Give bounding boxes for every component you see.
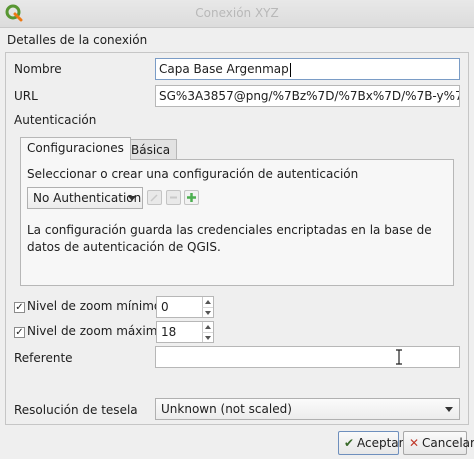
minus-icon <box>170 196 177 199</box>
edit-config-button[interactable] <box>147 190 162 205</box>
text-cursor-icon <box>396 349 402 365</box>
title-bar[interactable]: Conexión XYZ <box>0 0 474 28</box>
auth-config-combo-value: No Authentication <box>33 191 142 205</box>
accept-button[interactable]: ✔ Aceptar <box>338 431 404 455</box>
pencil-icon <box>150 194 158 202</box>
plus-icon <box>187 193 196 202</box>
checkmark-icon: ✔ <box>343 436 355 450</box>
url-input-text: SG%3A3857@png/%7Bz%7D/%7Bx%7D/%7B-y%7D.p… <box>159 89 459 103</box>
chevron-down-icon <box>445 407 453 412</box>
text-caret <box>289 62 291 77</box>
spin-down-icon[interactable] <box>202 307 213 317</box>
tile-resolution-combo[interactable]: Unknown (not scaled) <box>155 398 460 420</box>
url-input[interactable]: SG%3A3857@png/%7Bz%7D/%7Bx%7D/%7B-y%7D.p… <box>155 85 460 107</box>
auth-config-combo[interactable]: No Authentication <box>27 187 143 209</box>
tab-configuraciones[interactable]: Configuraciones <box>20 137 131 160</box>
spin-up-icon[interactable] <box>202 322 213 332</box>
zoom-min-spinbox[interactable]: 0 <box>156 296 214 318</box>
auth-description: La configuración guarda las credenciales… <box>27 223 432 254</box>
zoom-min-checkbox[interactable]: ✓ <box>14 302 25 313</box>
spin-down-icon[interactable] <box>202 332 213 342</box>
chevron-down-icon <box>128 196 136 201</box>
spin-up-icon[interactable] <box>202 297 213 307</box>
remove-config-button[interactable] <box>166 190 181 205</box>
window-title: Conexión XYZ <box>195 6 279 20</box>
name-input-text: Capa Base Argenmap <box>159 62 289 76</box>
referer-label: Referente <box>14 351 73 365</box>
auth-label: Autenticación <box>14 113 97 127</box>
cancel-button[interactable]: ✕ Cancelar <box>403 431 474 455</box>
zoom-max-label: Nivel de zoom máximo <box>27 324 165 338</box>
zoom-max-value: 18 <box>161 325 177 339</box>
accept-button-label: Aceptar <box>357 436 404 450</box>
zoom-max-spinbox[interactable]: 18 <box>156 321 214 343</box>
tile-resolution-value: Unknown (not scaled) <box>161 402 292 416</box>
tab-basica[interactable]: Básica <box>124 139 178 159</box>
name-label: Nombre <box>14 62 62 76</box>
tile-resolution-label: Resolución de tesela <box>14 403 138 417</box>
url-label: URL <box>14 89 38 103</box>
name-input[interactable]: Capa Base Argenmap <box>155 58 460 80</box>
auth-select-label: Seleccionar o crear una configuración de… <box>27 167 359 181</box>
zoom-max-checkbox[interactable]: ✓ <box>14 327 25 338</box>
referer-input[interactable] <box>155 346 460 368</box>
close-icon: ✕ <box>408 436 420 450</box>
cancel-button-label: Cancelar <box>422 436 474 450</box>
zoom-min-label: Nivel de zoom mínimo <box>27 299 162 313</box>
zoom-min-value: 0 <box>161 300 169 314</box>
add-config-button[interactable] <box>184 190 199 205</box>
group-title: Detalles de la conexión <box>7 33 148 47</box>
